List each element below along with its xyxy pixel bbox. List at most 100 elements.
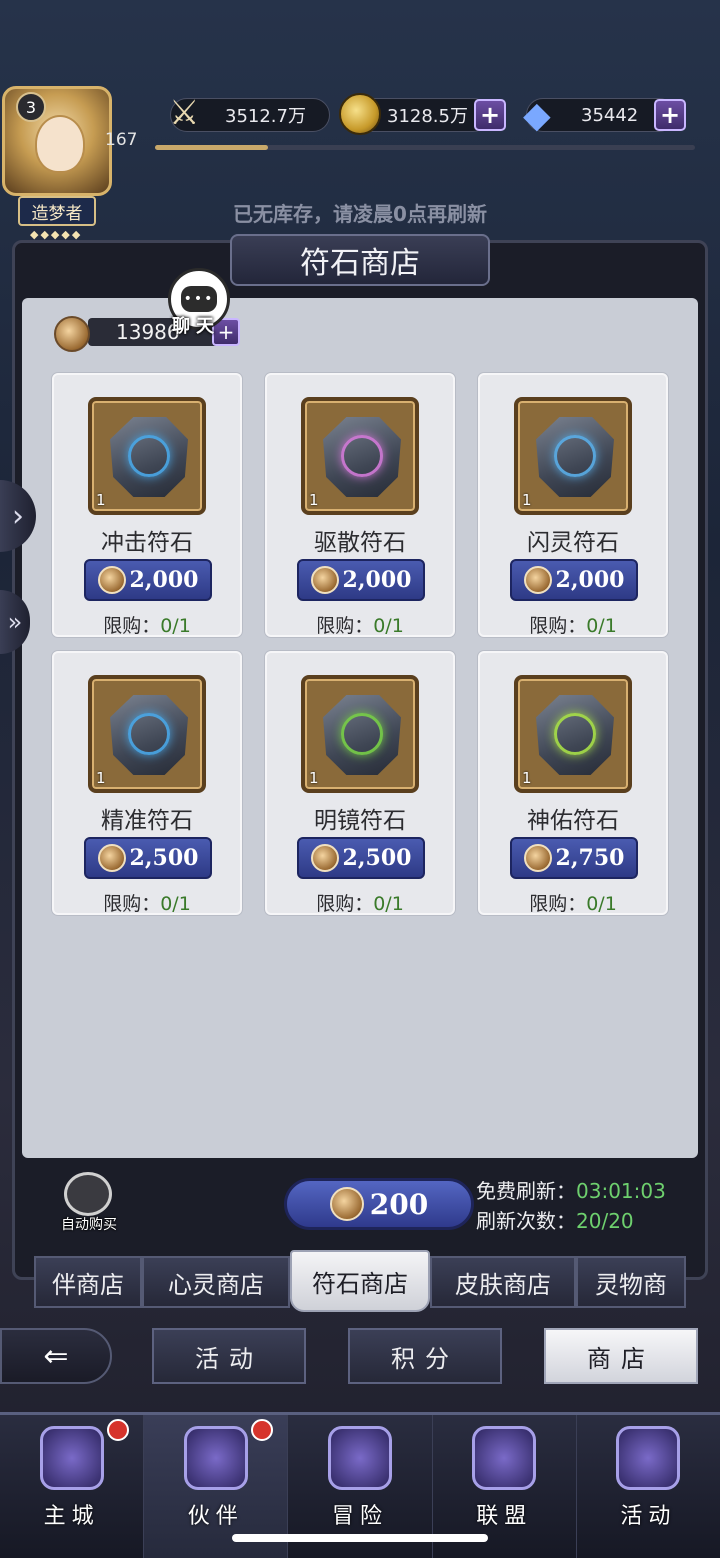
shop-item-card[interactable]: 1 闪灵符石 2,000 限购：0/1 [478, 373, 668, 637]
item-icon-frame: 1 [88, 675, 206, 793]
nav-label: 联盟 [476, 1504, 533, 1529]
nav-label: 活动 [620, 1504, 677, 1529]
tab-skin-shop[interactable]: 皮肤商店 [430, 1256, 576, 1308]
gold-value: 3128.5万 [387, 106, 468, 127]
rune-coin-icon [54, 316, 90, 352]
item-quantity: 1 [309, 491, 319, 509]
limit-label: 限购： [529, 893, 587, 915]
item-icon-frame: 1 [88, 397, 206, 515]
buy-button[interactable]: 2,500 [297, 837, 425, 879]
item-quantity: 1 [96, 491, 106, 509]
limit-value: 0/1 [373, 893, 404, 915]
buy-button[interactable]: 2,500 [84, 837, 212, 879]
purchase-limit: 限购：0/1 [54, 611, 240, 638]
shop-item-card[interactable]: 1 精准符石 2,500 限购：0/1 [52, 651, 242, 915]
item-icon-frame: 1 [301, 675, 419, 793]
item-icon-frame: 1 [301, 397, 419, 515]
shop-item-card[interactable]: 1 神佑符石 2,750 限购：0/1 [478, 651, 668, 915]
purchase-limit: 限购：0/1 [267, 889, 453, 916]
rune-glyph-icon [128, 713, 170, 755]
item-name: 冲击符石 [101, 530, 193, 556]
rune-glyph-icon [128, 435, 170, 477]
rune-coin-icon [97, 566, 126, 594]
castle-icon [39, 1426, 104, 1490]
rune-glyph-icon [341, 435, 383, 477]
buy-button[interactable]: 2,750 [510, 837, 638, 879]
cards-icon [616, 1426, 681, 1490]
limit-label: 限购： [316, 615, 374, 637]
item-name: 明镜符石 [314, 808, 406, 834]
item-quantity: 1 [96, 769, 106, 787]
limit-value: 0/1 [373, 615, 404, 637]
player-number: 167 [105, 130, 138, 150]
diamond-icon: ◆ [523, 95, 551, 136]
power-value: 3512.7万 [225, 106, 306, 127]
purchase-limit: 限购：0/1 [480, 611, 666, 638]
diamond-value: 35442 [581, 104, 639, 126]
limit-value: 0/1 [586, 615, 617, 637]
gold-coin-icon [339, 93, 381, 135]
item-quantity: 1 [309, 769, 319, 787]
notification-dot [107, 1419, 130, 1441]
limit-value: 0/1 [160, 615, 191, 637]
tab-soul-shop[interactable]: 心灵商店 [142, 1256, 290, 1308]
refresh-count: 20/20 [576, 1209, 634, 1233]
restock-notice: 已无库存，请凌晨0点再刷新 [233, 202, 487, 226]
item-price: 2,000 [555, 567, 625, 593]
limit-value: 0/1 [586, 893, 617, 915]
free-refresh-timer: 03:01:03 [576, 1179, 666, 1203]
rune-coin-icon [329, 1187, 364, 1221]
tab-partner-shop[interactable]: 伴商店 [34, 1256, 142, 1308]
category-row: ⇐ 活动 积分 商店 [0, 1324, 720, 1388]
nav-label: 冒险 [332, 1504, 389, 1529]
free-refresh-label: 免费刷新： [476, 1179, 576, 1203]
purchase-limit: 限购：0/1 [267, 611, 453, 638]
compass-star-icon [328, 1426, 392, 1490]
category-points[interactable]: 积分 [348, 1328, 502, 1384]
category-activity[interactable]: 活动 [152, 1328, 306, 1384]
player-level-badge: 3 [16, 92, 46, 122]
rune-glyph-icon [341, 713, 383, 755]
power-display: ⚔ 3512.7万 [169, 93, 330, 133]
rune-coin-icon [523, 566, 552, 594]
refresh-cost: 200 [369, 1187, 429, 1221]
witch-hat-icon [183, 1426, 248, 1490]
refresh-button[interactable]: 200 [284, 1178, 474, 1230]
back-arrow-icon: ⇐ [43, 1338, 69, 1374]
limit-value: 0/1 [160, 893, 191, 915]
refresh-count-label: 刷新次数： [476, 1209, 576, 1233]
auto-buy-label: 自动购买 [61, 1217, 117, 1233]
tab-rune-shop[interactable]: 符石商店 [290, 1250, 430, 1312]
purchase-limit: 限购：0/1 [480, 889, 666, 916]
nav-main-city[interactable]: 主城 [0, 1415, 145, 1558]
sword-icon: ⚔ [169, 93, 200, 133]
rune-glyph-icon [554, 713, 596, 755]
shop-tabs: 伴商店 心灵商店 符石商店 皮肤商店 灵物商 [34, 1250, 686, 1312]
exp-bar [155, 145, 695, 150]
limit-label: 限购： [103, 615, 161, 637]
nav-label: 伙伴 [187, 1504, 244, 1529]
shop-item-card[interactable]: 1 明镜符石 2,500 限购：0/1 [265, 651, 455, 915]
item-icon-frame: 1 [514, 397, 632, 515]
gold-display: 3128.5万 [339, 93, 490, 135]
item-price: 2,000 [342, 567, 412, 593]
auto-buy-toggle[interactable]: 自动购买 [50, 1172, 128, 1236]
tab-spirit-shop[interactable]: 灵物商 [576, 1256, 686, 1308]
home-indicator[interactable] [232, 1534, 488, 1542]
item-price: 2,500 [129, 845, 199, 871]
nav-events[interactable]: 活动 [577, 1415, 720, 1558]
buy-button[interactable]: 2,000 [84, 559, 212, 601]
add-diamond-button[interactable]: + [654, 99, 686, 131]
auto-buy-icon [64, 1172, 112, 1216]
shield-icon [472, 1426, 537, 1490]
refresh-info: 免费刷新：03:01:03 刷新次数：20/20 [476, 1176, 706, 1236]
back-button[interactable]: ⇐ [0, 1328, 112, 1384]
chat-label: 聊天 [172, 316, 220, 337]
shop-item-card[interactable]: 1 冲击符石 2,000 限购：0/1 [52, 373, 242, 637]
chat-bubble-icon: ••• [181, 286, 217, 312]
buy-button[interactable]: 2,000 [510, 559, 638, 601]
shop-item-card[interactable]: 1 驱散符石 2,000 限购：0/1 [265, 373, 455, 637]
buy-button[interactable]: 2,000 [297, 559, 425, 601]
category-shop[interactable]: 商店 [544, 1328, 698, 1384]
add-gold-button[interactable]: + [474, 99, 506, 131]
